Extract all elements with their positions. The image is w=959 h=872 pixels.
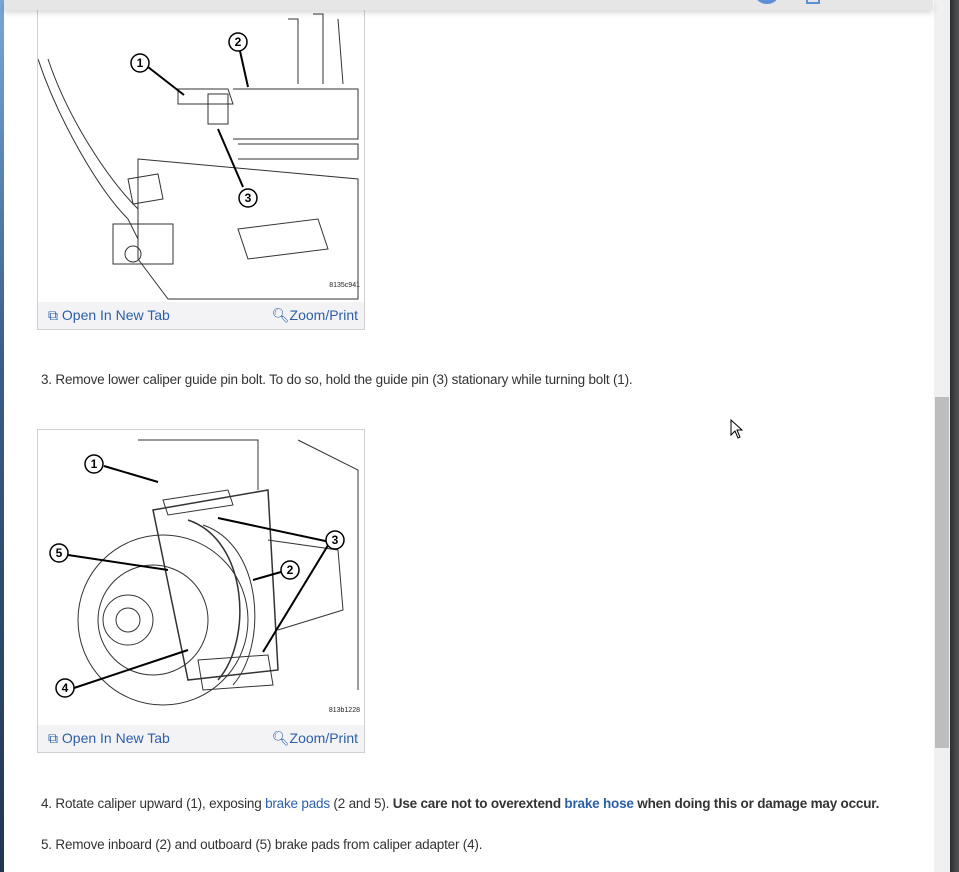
zoom-print-link[interactable]: 🔍︎Zoom/Print	[272, 730, 358, 747]
open-in-new-tab-label: Open In New Tab	[61, 730, 170, 746]
mouse-cursor-icon	[730, 419, 744, 439]
callout-5: 5	[56, 546, 63, 560]
window-edge-right	[950, 0, 959, 872]
figure-caliper-guide-pin: 1 2 3 8135c941 ⧉ Open In New Tab 🔍︎Zoom/…	[37, 0, 365, 330]
figure-code: 8135c941	[329, 282, 360, 289]
step-3: 3. Remove lower caliper guide pin bolt. …	[41, 372, 633, 387]
figure-rotate-caliper: 1 2 3 4 5 813b1228 ⧉ Open In New Tab 🔍︎Z…	[37, 429, 365, 753]
callout-1: 1	[137, 56, 144, 70]
top-toolbar	[4, 0, 933, 10]
callout-2: 2	[287, 563, 294, 577]
step-4-warning-end: when doing this or damage may occur.	[633, 796, 880, 811]
diagram-rotate-caliper: 1 2 3 4 5	[49, 439, 359, 706]
zoom-icon: 🔍︎	[271, 730, 290, 746]
brake-pads-link[interactable]: brake pads	[265, 796, 330, 811]
open-in-new-tab-link[interactable]: ⧉ Open In New Tab	[48, 730, 170, 747]
step-5: 5. Remove inboard (2) and outboard (5) b…	[41, 837, 483, 852]
user-avatar-icon[interactable]	[756, 0, 778, 4]
zoom-print-label: Zoom/Print	[289, 307, 358, 323]
callout-3: 3	[245, 191, 252, 205]
open-in-new-tab-link[interactable]: ⧉ Open In New Tab	[48, 307, 170, 324]
scrollbar-thumb[interactable]	[935, 397, 949, 748]
callout-1: 1	[91, 457, 98, 471]
callout-2: 2	[235, 35, 242, 49]
open-tab-icon: ⧉	[48, 730, 58, 746]
open-in-new-tab-label: Open In New Tab	[61, 307, 170, 323]
figure-code: 813b1228	[328, 707, 360, 714]
step-4-text: 4. Rotate caliper upward (1), exposing	[41, 796, 266, 811]
open-tab-icon: ⧉	[48, 307, 58, 323]
callout-4: 4	[62, 681, 69, 695]
tray-icon[interactable]	[806, 0, 820, 4]
diagram-guide-pin: 1 2 3	[38, 13, 359, 300]
brake-hose-link[interactable]: brake hose	[564, 796, 633, 811]
zoom-print-link[interactable]: 🔍︎Zoom/Print	[272, 307, 358, 324]
zoom-icon: 🔍︎	[271, 307, 290, 323]
window-edge-left	[0, 0, 4, 872]
zoom-print-label: Zoom/Print	[289, 730, 358, 746]
step-4-text-mid: (2 and 5).	[329, 796, 393, 811]
callout-3: 3	[332, 533, 339, 547]
step-4-warning: Use care not to overextend	[392, 796, 565, 811]
step-4: 4. Rotate caliper upward (1), exposing b…	[41, 796, 879, 811]
